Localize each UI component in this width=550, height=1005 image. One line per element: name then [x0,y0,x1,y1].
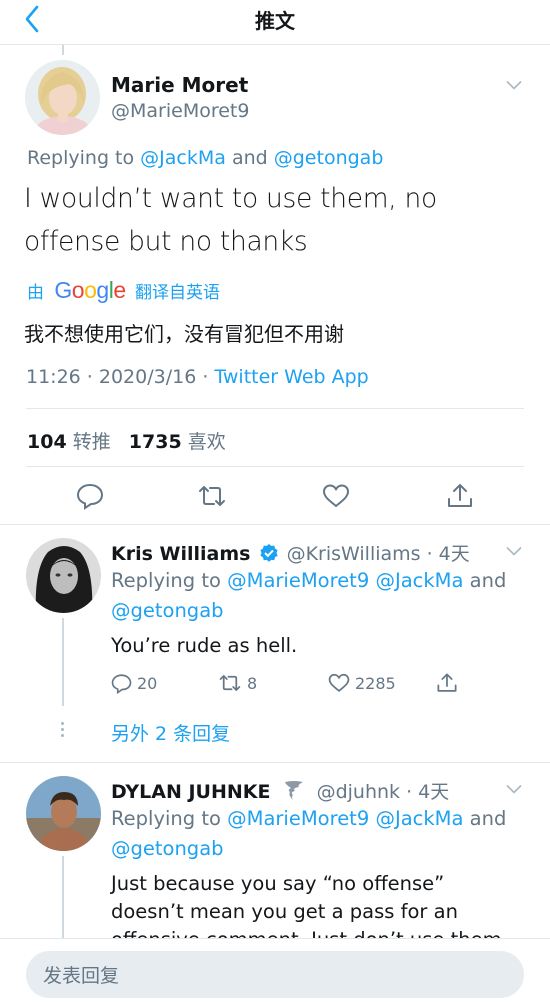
tweet-text-line: doesn’t mean you get a pass for an [111,900,458,923]
replying-to: Replying to @MarieMoret9 @JackMa and @ge… [111,804,531,864]
reply-composer: 发表回复 [0,938,550,1005]
avatar[interactable] [26,776,101,851]
reply-tweet[interactable]: DYLAN JUHNKE @djuhnk · 4天 Replying to @M… [0,762,550,938]
retweet-icon [219,675,241,691]
likes-count[interactable]: 1735 [129,431,182,453]
replying-and: and [231,147,268,169]
divider [26,466,524,467]
author-handle[interactable]: @MarieMoret9 [111,100,249,122]
chevron-down-icon[interactable] [506,80,522,90]
top-bar: 推文 [0,0,550,45]
replying-prefix: Replying to [111,807,221,830]
mention-link[interactable]: @MarieMoret9 [227,569,369,592]
tweet-timestamp: · 4天 [426,543,470,565]
likes-label[interactable]: 喜欢 [188,431,226,453]
translated-text: 我不想使用它们，没有冒犯但不用谢 [24,322,344,346]
replying-and: and [469,569,507,592]
author-handle[interactable]: @djuhnk [317,781,400,803]
translation-attribution[interactable]: 由 Google 翻译自英语 [27,277,221,303]
tweet-stats: 104 转推 1735 喜欢 [27,427,238,454]
author-handle[interactable]: @KrisWilliams [287,543,421,565]
tweet-text-line: offensive comment. Just don’t use them. [111,926,521,938]
reply-count: 20 [137,673,158,693]
heart-icon [328,673,350,692]
thread-connector [62,856,64,938]
retweets-label[interactable]: 转推 [73,431,111,453]
reply-input[interactable]: 发表回复 [26,951,524,998]
heart-icon[interactable] [322,482,350,510]
retweets-count[interactable]: 104 [27,431,67,453]
share-action[interactable] [436,670,463,696]
reply-actions: 20 8 2285 [111,670,531,696]
tornado-emoji-icon [284,781,303,800]
tweet-meta: 11:26 · 2020/3/16 · Twitter Web App [26,366,369,388]
more-replies-link[interactable]: 另外 2 条回复 [0,714,550,754]
chevron-down-icon[interactable] [506,784,522,794]
thread-connector [62,618,64,706]
tweet-text: You’re rude as hell. [111,634,298,657]
replying-and: and [469,807,507,830]
replying-to: Replying to @JackMa and @getongab [27,147,383,169]
retweet-icon[interactable] [198,482,226,510]
author-name[interactable]: Kris Williams [111,543,250,565]
divider [26,408,524,409]
tweet-timestamp: · 4天 [406,781,450,803]
tweet-text: Just because you say “no offense” doesn’… [111,870,521,938]
ellipsis-icon [60,722,66,740]
reply-icon[interactable] [76,482,104,510]
tweet-text-line: Just because you say “no offense” [111,872,445,895]
mention-link[interactable]: @JackMa [375,807,463,830]
share-icon [437,673,457,692]
like-count: 2285 [355,673,396,693]
verified-badge-icon [259,544,278,562]
translate-by-label: 由 [27,283,44,303]
mention-link[interactable]: @getongab [274,147,384,169]
mention-link[interactable]: @JackMa [375,569,463,592]
reply-header: Kris Williams @KrisWilliams · 4天 [111,539,470,566]
reply-action[interactable]: 20 [111,670,157,696]
retweet-action[interactable]: 8 [218,670,257,696]
translate-from-label: 翻译自英语 [135,283,221,303]
thread-connector [62,45,64,55]
like-action[interactable]: 2285 [328,670,396,696]
replying-to: Replying to @MarieMoret9 @JackMa and @ge… [111,566,531,626]
mention-link[interactable]: @JackMa [140,147,226,169]
avatar[interactable] [25,60,100,135]
author-name[interactable]: Marie Moret [111,73,248,97]
retweet-count: 8 [247,673,258,693]
google-logo: Google [54,277,126,303]
tweet-source-link[interactable]: Twitter Web App [214,366,368,388]
reply-icon [111,673,132,694]
share-icon[interactable] [446,482,474,510]
tweet-text: I wouldn’t want to use them, no offense … [24,183,437,257]
reply-header: DYLAN JUHNKE @djuhnk · 4天 [111,777,449,804]
mention-link[interactable]: @getongab [111,599,224,622]
mention-link[interactable]: @getongab [111,837,224,860]
replying-prefix: Replying to [111,569,221,592]
avatar[interactable] [26,538,101,613]
chevron-down-icon[interactable] [506,546,522,556]
author-name[interactable]: DYLAN JUHNKE [111,781,270,803]
more-replies-label[interactable]: 另外 2 条回复 [111,719,230,746]
replying-prefix: Replying to [27,147,135,169]
page-title: 推文 [255,9,295,33]
mention-link[interactable]: @MarieMoret9 [227,807,369,830]
tweet-timestamp: 11:26 · 2020/3/16 · [26,366,209,388]
